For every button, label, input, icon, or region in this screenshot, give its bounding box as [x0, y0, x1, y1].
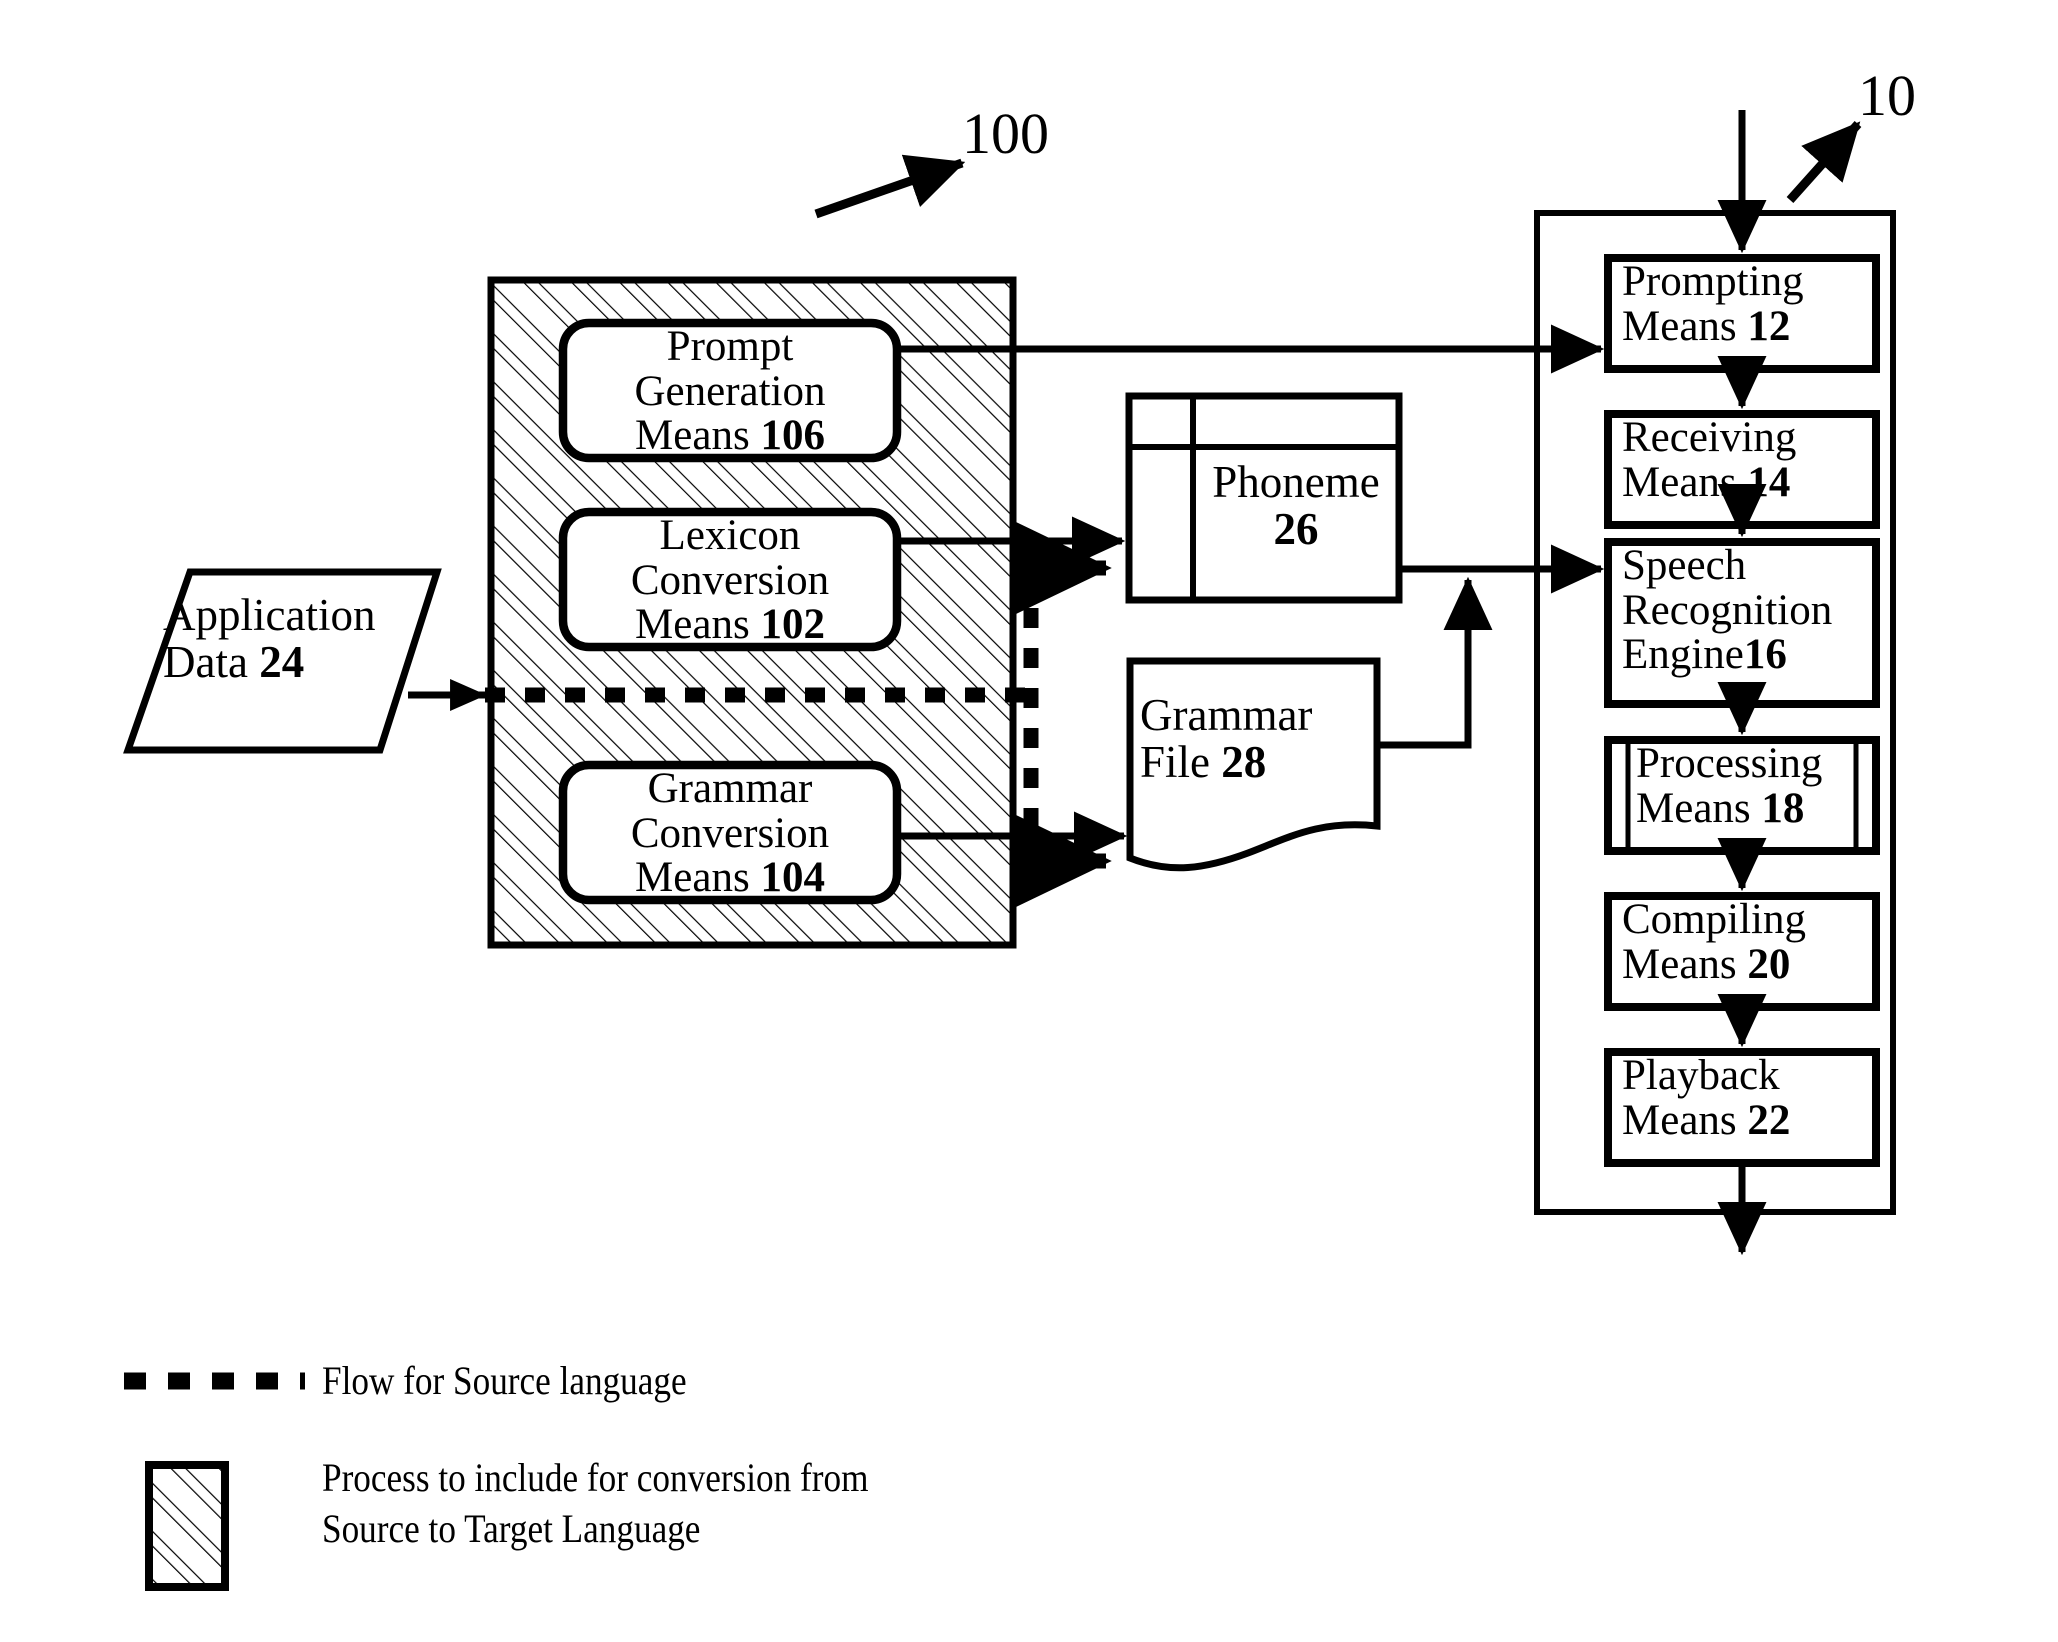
prompt-generation-ref: 106	[760, 412, 825, 460]
prompt-generation-line-2: Generation	[634, 367, 826, 415]
application-data-box: Application Data 24	[163, 592, 413, 686]
receiving-means-label: Means	[1622, 458, 1737, 506]
compiling-means-box: Compiling Means 20	[1613, 896, 1880, 988]
processing-means-line-2: Means 18	[1636, 784, 1860, 832]
prompting-means-line-2: Means 12	[1622, 302, 1880, 350]
callout-ref-100: 100	[962, 101, 1049, 166]
prompting-means-label: Means	[1622, 302, 1737, 350]
lexicon-conversion-means-box: Lexicon Conversion Means 102	[563, 512, 897, 648]
grammar-conversion-label: Means	[635, 854, 750, 902]
lexicon-conversion-line-2: Conversion	[630, 556, 830, 604]
prompt-generation-line-1: Prompt	[666, 323, 794, 370]
lexicon-conversion-line-1: Lexicon	[659, 512, 801, 559]
playback-means-box: Playback Means 22	[1613, 1052, 1880, 1144]
lexicon-conversion-line-3: Means 102	[563, 603, 897, 648]
prompting-means-line-1: Prompting	[1622, 258, 1804, 305]
playback-means-ref: 22	[1747, 1096, 1791, 1144]
prompt-generation-line-3: Means 106	[563, 414, 897, 459]
source-language-flow-heads	[1015, 521, 1112, 908]
legend-hatched-process-text: Process to include for conversion from S…	[322, 1455, 869, 1552]
speech-recognition-line-1: Speech	[1622, 542, 1747, 589]
grammar-conversion-line-3: Means 104	[563, 856, 897, 901]
callout-leaders	[814, 120, 1862, 219]
compiling-means-line-2: Means 20	[1622, 940, 1880, 988]
prompting-means-ref: 12	[1747, 302, 1791, 350]
playback-means-line-2: Means 22	[1622, 1096, 1880, 1144]
application-data-line-2: Data 24	[163, 636, 413, 687]
grammar-conversion-line-1: Grammar	[647, 765, 813, 812]
compiling-means-label: Means	[1622, 940, 1737, 988]
processing-means-ref: 18	[1761, 784, 1805, 832]
lexicon-conversion-ref: 102	[760, 601, 825, 649]
processing-means-line-1: Processing	[1636, 740, 1823, 787]
application-data-label: Data	[163, 636, 248, 687]
prompt-generation-label: Means	[635, 412, 750, 460]
legend-dashed-flow-text: Flow for Source language	[322, 1358, 687, 1403]
application-data-line-1: Application	[163, 590, 376, 640]
speech-recognition-line-3: Engine16	[1622, 633, 1892, 678]
compiling-means-ref: 20	[1747, 940, 1791, 988]
speech-recognition-label: Engine	[1622, 631, 1744, 679]
processing-means-box: Processing Means 18	[1632, 740, 1860, 832]
speech-recognition-line-2: Recognition	[1622, 586, 1833, 634]
receiving-means-box: Receiving Means 14	[1613, 414, 1880, 506]
receiving-means-line-2: Means 14	[1622, 458, 1880, 506]
callout-ref-10: 10	[1858, 63, 1916, 128]
patent-figure: 100 10 Prompt Generation Means 106 Lexic…	[0, 0, 2058, 1642]
compiling-means-line-1: Compiling	[1622, 896, 1806, 943]
playback-means-line-1: Playback	[1622, 1052, 1780, 1099]
prompting-means-box: Prompting Means 12	[1613, 258, 1880, 350]
phoneme-label: Phoneme	[1212, 457, 1380, 507]
grammar-file-line-2: File 28	[1140, 736, 1370, 787]
phoneme-ref: 26	[1273, 503, 1319, 554]
legend-hatched-swatch	[145, 1461, 229, 1591]
receiving-means-line-1: Receiving	[1622, 414, 1797, 461]
grammar-conversion-ref: 104	[760, 854, 825, 902]
application-data-ref: 24	[259, 636, 305, 687]
grammar-file-label: File	[1140, 736, 1211, 787]
grammar-conversion-line-2: Conversion	[630, 809, 830, 857]
speech-recognition-engine-box: Speech Recognition Engine16	[1613, 542, 1892, 678]
phoneme-box: Phoneme 26	[1196, 459, 1396, 553]
speech-recognition-ref: 16	[1743, 631, 1787, 679]
grammar-file-line-1: Grammar	[1140, 690, 1313, 740]
playback-means-label: Means	[1622, 1096, 1737, 1144]
receiving-means-ref: 14	[1747, 458, 1791, 506]
grammar-conversion-means-box: Grammar Conversion Means 104	[563, 765, 897, 901]
grammar-file-ref: 28	[1221, 736, 1267, 787]
lexicon-conversion-label: Means	[635, 601, 750, 649]
grammar-file-box: Grammar File 28	[1140, 692, 1370, 786]
prompt-generation-means-box: Prompt Generation Means 106	[563, 323, 897, 459]
processing-means-label: Means	[1636, 784, 1751, 832]
